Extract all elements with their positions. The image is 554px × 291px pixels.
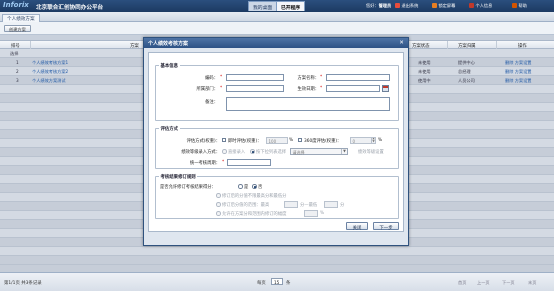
col-header-plan[interactable]: 方案: [130, 43, 139, 49]
module-tab-strip: 个人绩效方案: [0, 12, 554, 22]
col-header-actions[interactable]: 操作: [518, 43, 527, 49]
remark-textarea[interactable]: [226, 97, 390, 111]
code-label: 编码：: [205, 76, 218, 81]
row-actions[interactable]: 删除 方案设置: [505, 60, 531, 66]
revise-yes-label: 是: [244, 185, 249, 190]
range-label: 修订后分值的范围：最高: [222, 203, 270, 208]
range-min-input[interactable]: [324, 201, 338, 208]
entry-mode-label: 绩效等级录入方式：: [181, 150, 220, 155]
per-page-unit: 条: [286, 281, 291, 286]
col-header-no[interactable]: 排号: [11, 43, 20, 49]
dropdown-entry-label: 按下拉列表选择: [256, 150, 287, 155]
plan-name-link[interactable]: 个人绩效考核方案1: [32, 60, 68, 66]
cycle-label: 统一考核周期：: [189, 161, 220, 166]
plan-name-link[interactable]: 个人绩效考核方案2: [32, 69, 68, 75]
direct-entry-label: 直接录入: [228, 150, 246, 155]
direct-weight-input[interactable]: 100: [266, 137, 288, 144]
revise-no-radio[interactable]: [252, 184, 257, 189]
close-button[interactable]: 关闭: [346, 222, 368, 231]
allow-revise-label: 是否允许修订考核结果得分：: [160, 185, 216, 190]
chevron-down-icon: ▼: [341, 149, 347, 154]
app-logo: Inforix: [3, 1, 29, 9]
revise-no-label: 否: [258, 185, 263, 190]
help-icon: [512, 3, 517, 8]
col-header-owner[interactable]: 方案归属: [458, 43, 476, 49]
logout-button[interactable]: 退出系统: [395, 3, 418, 9]
evaluation-legend: 评估方式: [159, 126, 180, 132]
amplitude-input[interactable]: [304, 210, 318, 217]
direct-eval-checkbox[interactable]: [222, 138, 227, 143]
range-max-input[interactable]: [284, 201, 298, 208]
dialog-title: 个人绩效考核方案: [148, 41, 189, 48]
first-page-button[interactable]: 首页: [458, 280, 466, 286]
direct-eval-label: 即时评估(权重)：: [228, 139, 262, 144]
help-button[interactable]: 帮助: [512, 3, 527, 9]
module-tab-personal-kpi[interactable]: 个人绩效方案: [2, 13, 40, 22]
tab-my-desktop[interactable]: 我的桌面: [248, 1, 278, 11]
lock-icon: [432, 3, 437, 8]
row-actions[interactable]: 删除 方案设置: [505, 69, 531, 75]
row-actions[interactable]: 删除 方案设置: [505, 78, 531, 84]
greeting-label: 您好：: [366, 3, 379, 8]
next-step-button[interactable]: 下一步: [373, 222, 399, 231]
plan-name-label: 方案名称：: [297, 76, 319, 81]
plan-name-input[interactable]: [326, 74, 390, 81]
code-input[interactable]: [226, 74, 284, 81]
plan-dialog: 个人绩效考核方案 ✕ 基本信息 编码： * 方案名称： * 所属部门： * 生效…: [143, 37, 409, 246]
basic-info-legend: 基本信息: [159, 63, 180, 69]
next-page-button[interactable]: 下一页: [502, 280, 515, 286]
basic-info-section: 基本信息 编码： * 方案名称： * 所属部门： * 生效日期： * 备注：: [155, 63, 399, 121]
prev-page-button[interactable]: 上一页: [477, 280, 490, 286]
col-header-status[interactable]: 方案状态: [412, 43, 430, 49]
dialog-title-bar[interactable]: 个人绩效考核方案 ✕: [144, 38, 408, 48]
grade-setting-link[interactable]: 绩效等级设置: [358, 149, 384, 155]
per-page-input[interactable]: 15: [271, 278, 283, 285]
dept-label: 所属部门：: [196, 87, 218, 92]
plan-name-link[interactable]: 个人绩效方案测试: [32, 78, 66, 84]
top-bar: Inforix 北京联合汇创协同办公平台 我的桌面 已开程序 您好：管理员 退出…: [0, 0, 554, 12]
effective-date-input[interactable]: [326, 85, 380, 92]
last-page-button[interactable]: 末页: [528, 280, 536, 286]
eval-method-label: 评估方式(权重)：: [186, 139, 220, 144]
user-name: 管理员: [378, 3, 392, 8]
toolbar: 创建方案: [0, 22, 554, 35]
range-radio[interactable]: [216, 202, 221, 207]
profile-button[interactable]: 个人信息: [469, 3, 492, 9]
create-plan-button[interactable]: 创建方案: [4, 25, 31, 32]
logout-icon: [395, 3, 400, 8]
grade-select[interactable]: 请选择 ▼: [290, 148, 348, 155]
per-page-label: 每页: [257, 281, 266, 286]
dept-input[interactable]: [226, 85, 284, 92]
eval-360-label: 360度评估(权重)：: [304, 139, 342, 144]
eval-360-checkbox[interactable]: [298, 138, 303, 143]
remark-label: 备注：: [205, 100, 218, 105]
no-limit-radio[interactable]: [216, 193, 221, 198]
effective-date-label: 生效日期：: [297, 87, 319, 92]
amplitude-label: 允许在方案分和范围内修订的幅度: [222, 212, 287, 217]
amplitude-radio[interactable]: [216, 211, 221, 216]
app-title: 北京联合汇创协同办公平台: [36, 4, 104, 11]
revise-yes-radio[interactable]: [238, 184, 243, 189]
cycle-input[interactable]: [227, 159, 271, 166]
close-icon[interactable]: ✕: [398, 40, 405, 47]
no-limit-label: 修订后的分值不限最高分和最低分: [222, 194, 287, 199]
tab-open-programs[interactable]: 已开程序: [276, 1, 306, 11]
weight-spinner-icon[interactable]: ▲ ▼: [370, 138, 375, 143]
weight-360-input[interactable]: 0 ▲ ▼: [350, 137, 376, 144]
direct-entry-radio[interactable]: [222, 149, 227, 154]
evaluation-section: 评估方式 评估方式(权重)： 即时评估(权重)： 100 % 360度评估(权重…: [155, 126, 399, 169]
revision-rules-section: 考核结果修订规则 是否允许修订考核结果得分： 是 否 修订后的分值不限最高分和最…: [155, 174, 399, 219]
dropdown-entry-radio[interactable]: [250, 149, 255, 154]
calendar-icon[interactable]: [382, 85, 389, 92]
grid-footer: 第1/1页 共3条记录 每页 15 条 首页 上一页 下一页 末页: [0, 272, 554, 291]
record-summary: 第1/1页 共3条记录: [4, 281, 42, 286]
user-icon: [469, 3, 474, 8]
select-all-label[interactable]: 选择: [10, 51, 18, 57]
dialog-body: 基本信息 编码： * 方案名称： * 所属部门： * 生效日期： * 备注： 评…: [148, 52, 404, 232]
revision-rules-legend: 考核结果修订规则: [159, 174, 198, 180]
lock-screen-button[interactable]: 锁定屏幕: [432, 3, 455, 9]
